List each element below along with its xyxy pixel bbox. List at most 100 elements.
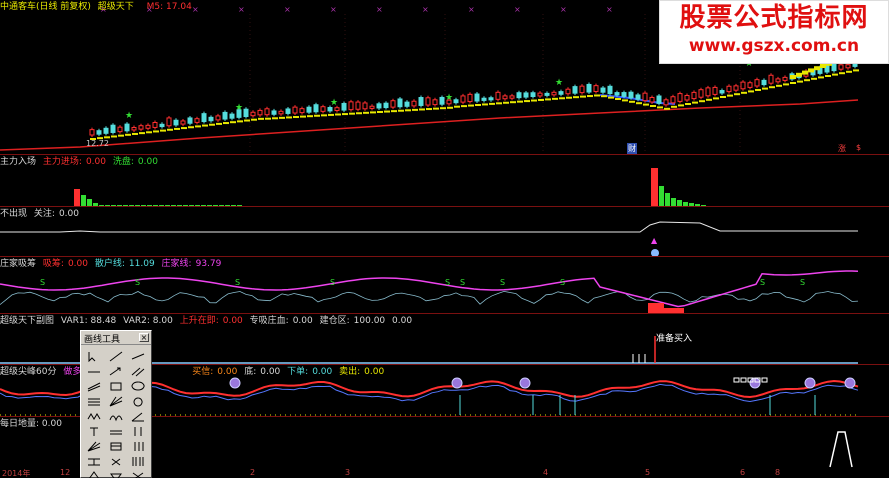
toolbox-titlebar[interactable]: 画线工具 × [81,331,151,345]
support-bar [230,121,236,124]
diliang-title: 每日地量: 0.00 [0,417,66,431]
support-bar [783,83,789,86]
candle-body [320,106,326,112]
candle-body [523,92,529,98]
rect-tool-icon[interactable] [106,379,126,393]
toolbox-close-button[interactable]: × [139,333,149,342]
signal-glyph: ★ [330,98,338,108]
erase-tool-icon[interactable] [128,469,148,478]
chaojiting-var2: VAR2: 8.00 [123,316,173,326]
candle-body [418,97,424,106]
hist-bar [111,205,116,206]
fan-tool-icon[interactable] [84,439,104,453]
box-tool-icon[interactable] [106,439,126,453]
candle-body [89,129,95,136]
parallel-tool-icon[interactable] [128,364,148,378]
fib-tool-icon[interactable] [84,394,104,408]
support-bar [342,113,348,116]
channel-tool-icon[interactable] [84,379,104,393]
support-bar [818,76,824,79]
zhuangjia-label3: 散户线: [94,259,125,269]
mark-tool-icon[interactable] [106,454,126,468]
candle-body [362,102,368,110]
angle-tool-icon[interactable] [128,409,148,423]
s-marker: S [330,278,335,287]
support-bar [377,110,383,113]
support-bar [804,79,810,82]
time-tool-glyph [134,426,142,436]
cursor-tool-icon[interactable] [84,349,104,363]
candle-body [292,106,298,114]
s-marker: S [560,278,565,287]
period-tool-icon[interactable] [128,454,148,468]
wave-tool-icon[interactable] [84,409,104,423]
candle-body [586,83,592,93]
candle-body [201,113,207,123]
candle-body [733,85,739,91]
period-tool-glyph [132,456,144,466]
ellipse-tool-icon[interactable] [128,379,148,393]
drawing-toolbox[interactable]: 画线工具 × [80,330,152,478]
candle-body [110,124,116,133]
zhuangjia-panel[interactable]: S S S S S S S S S S 庄家吸筹 吸筹: 0.00 散户线: 11.09 庄家线: 93… [0,257,889,314]
hist-bar [141,205,146,206]
hist-bar [129,205,134,206]
time-tool-icon[interactable] [128,424,148,438]
ray-tool-icon[interactable] [128,349,148,363]
candle-body [439,96,445,105]
gann-tool-icon[interactable] [106,394,126,408]
text-tool-icon[interactable] [84,424,104,438]
arrow-tool-icon[interactable] [106,364,126,378]
s-marker: S [760,278,765,287]
cursor-tool-glyph [88,351,96,362]
jianduan-val3: 0.00 [217,367,238,377]
x-tick-label: 2 [250,468,256,477]
line-tool-icon[interactable] [106,349,126,363]
circle-tool-icon[interactable] [128,394,148,408]
split-tool-icon[interactable] [128,439,148,453]
chuxian-panel[interactable]: ▲ 不出现 关注: 0.00 [0,207,889,257]
ray-tool-glyph [131,353,145,359]
candle-body [768,74,774,84]
attention-line [0,221,858,233]
support-bar [349,112,355,115]
support-bar [839,72,845,75]
marker-dollar: $ [856,143,862,152]
chaojiting-label4: 专吸庄血: [249,316,289,326]
candle-body [131,127,137,131]
support-bar [629,100,635,103]
range-tool-icon[interactable] [84,454,104,468]
candle-body [159,123,165,128]
support-bar [321,114,327,117]
support-bar [335,113,341,116]
support-bar [545,98,551,101]
price-tool-icon[interactable] [106,424,126,438]
hist-bar [183,205,188,206]
top-marker: × [330,5,337,14]
chuxian-chart: ▲ [0,221,858,256]
support-bar [496,102,502,105]
up-tool-icon[interactable] [84,469,104,478]
candle-body [467,93,473,103]
support-bar [678,104,684,107]
segment-tool-icon[interactable] [84,364,104,378]
support-bar [846,70,852,73]
support-bar [300,115,306,118]
support-bar [433,107,439,110]
support-bar [419,108,425,111]
hist-bar [225,205,230,206]
support-bar [468,104,474,107]
chuxian-name: 不出现 [0,209,28,219]
ellipse-tool-glyph [131,381,145,390]
hist-bar [147,205,152,206]
support-bar [587,95,593,98]
support-bar [755,89,761,91]
candle-body [642,92,648,102]
zhuli-panel[interactable]: 主力入场 主力进场: 0.00 洗盘: 0.00 [0,155,889,207]
support-bar [328,113,334,116]
support-bar [461,105,467,108]
support-bar [664,107,670,110]
cycle-tool-icon[interactable] [106,409,126,423]
down-tool-icon[interactable] [106,469,126,478]
toolbox-grid [84,349,148,478]
